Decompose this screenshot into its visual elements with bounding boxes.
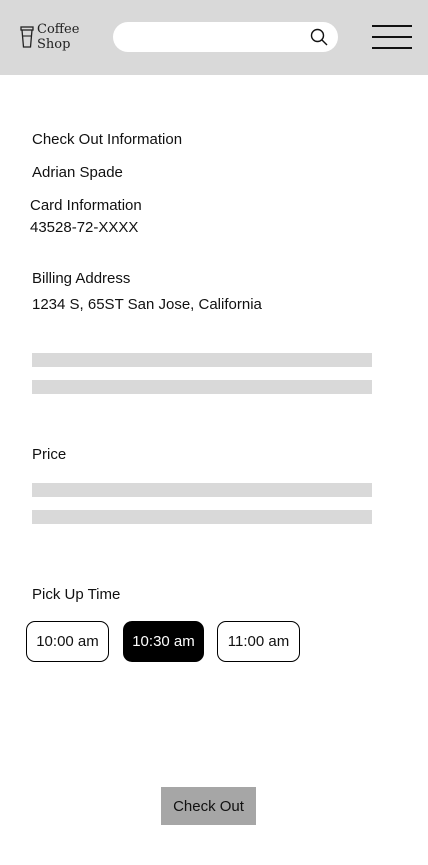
billing-address-label: Billing Address [32, 270, 131, 287]
logo[interactable]: Coffee Shop [20, 22, 79, 52]
search-icon[interactable] [310, 28, 328, 46]
customer-name: Adrian Spade [32, 164, 123, 181]
pickup-time-option-1030[interactable]: 10:30 am [123, 621, 204, 662]
check-out-button[interactable]: Check Out [161, 787, 256, 825]
top-header: Coffee Shop [0, 0, 428, 75]
placeholder-bar [32, 483, 372, 497]
search-bar[interactable] [113, 22, 338, 52]
coffee-cup-icon [20, 26, 34, 48]
checkout-info-title: Check Out Information [32, 131, 183, 148]
logo-line-1: Coffee [37, 22, 80, 37]
logo-line-2: Shop [37, 37, 71, 52]
card-info-label: Card Information [30, 197, 142, 214]
pickup-time-option-1000[interactable]: 10:00 am [26, 621, 109, 662]
logo-text: Coffee Shop [37, 22, 79, 52]
placeholder-bar [32, 510, 372, 524]
placeholder-bar [32, 380, 372, 394]
pickup-time-option-1100[interactable]: 11:00 am [217, 621, 300, 662]
hamburger-menu-icon[interactable] [372, 25, 412, 49]
billing-address: 1234 S, 65ST San Jose, California [32, 296, 262, 313]
price-label: Price [32, 446, 67, 463]
pickup-time-label: Pick Up Time [32, 586, 121, 603]
search-input[interactable] [127, 27, 311, 49]
placeholder-bar [32, 353, 372, 367]
card-number: 43528-72-XXXX [30, 219, 139, 236]
